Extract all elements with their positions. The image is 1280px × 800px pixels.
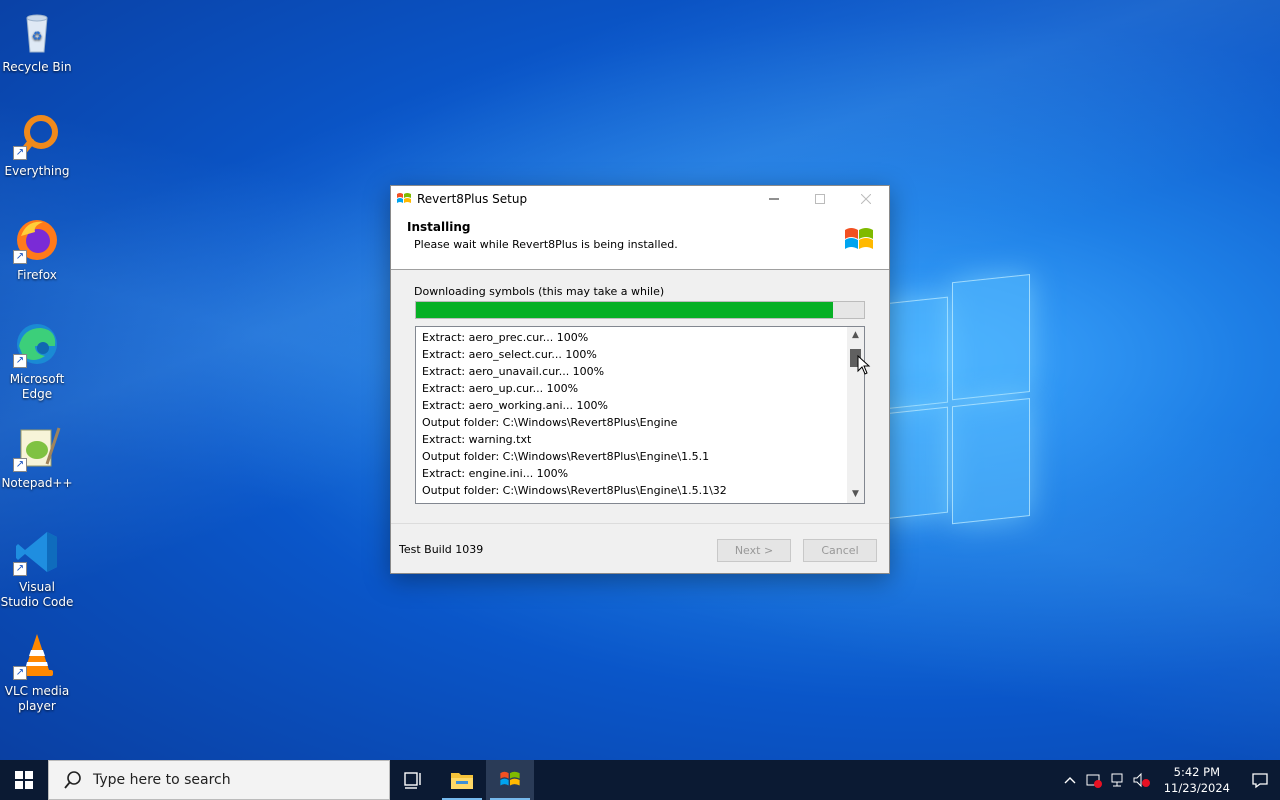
log-line: Extract: aero_working.ani... 100% <box>422 399 608 412</box>
desktop-icon-firefox[interactable]: ↗ Firefox <box>0 216 74 283</box>
setup-header: Installing Please wait while Revert8Plus… <box>391 212 889 270</box>
log-lines: Extract: aero_prec.cur... 100% Extract: a… <box>422 329 846 499</box>
scroll-up-icon[interactable]: ▲ <box>847 327 864 344</box>
window-title: Revert8Plus Setup <box>417 192 528 206</box>
taskbar-file-explorer[interactable] <box>438 760 486 800</box>
taskbar-setup-app[interactable] <box>486 760 534 800</box>
log-line: Extract: aero_prec.cur... 100% <box>422 331 589 344</box>
shortcut-arrow-icon: ↗ <box>13 666 27 680</box>
cancel-button[interactable]: Cancel <box>803 539 877 562</box>
shortcut-arrow-icon: ↗ <box>13 146 27 160</box>
network-icon[interactable] <box>1106 760 1130 800</box>
notification-icon[interactable] <box>1240 760 1280 800</box>
windows-flag-icon <box>843 224 875 256</box>
build-label: Test Build 1039 <box>399 543 484 556</box>
desktop-icon-label: Notepad++ <box>1 476 73 490</box>
desktop-icon-label: Everything <box>4 164 70 178</box>
mouse-cursor-icon <box>857 354 871 375</box>
clock-date: 11/23/2024 <box>1163 781 1230 795</box>
log-line: Extract: aero_select.cur... 100% <box>422 348 597 361</box>
log-line: Output folder: C:\Windows\Revert8Plus\En… <box>422 416 678 429</box>
close-button[interactable] <box>843 186 889 212</box>
setup-window: Revert8Plus Setup Installing Please wait… <box>390 185 890 574</box>
desktop-icon-label: Firefox <box>17 268 57 282</box>
windows-start-icon <box>15 771 33 789</box>
task-view-button[interactable] <box>390 760 438 800</box>
windows-flag-icon <box>396 191 412 207</box>
everything-search-icon: ↗ <box>13 112 61 160</box>
volume-muted-icon[interactable] <box>1130 760 1154 800</box>
start-button[interactable] <box>0 760 48 800</box>
log-scrollbar[interactable]: ▲ ▼ <box>847 327 864 503</box>
log-line: Extract: engine.ini... 100% <box>422 467 569 480</box>
search-placeholder: Type here to search <box>93 772 231 788</box>
vscode-icon: ↗ <box>13 528 61 576</box>
task-view-icon <box>404 772 421 789</box>
desktop-icon-label: Visual Studio Code <box>0 580 74 609</box>
firefox-icon: ↗ <box>13 216 61 264</box>
edge-icon: ↗ <box>13 320 61 368</box>
desktop-icon-recycle-bin[interactable]: ♻ Recycle Bin <box>0 8 74 75</box>
install-log[interactable]: Extract: aero_prec.cur... 100% Extract: a… <box>415 326 865 504</box>
recycle-bin-icon: ♻ <box>13 8 61 56</box>
status-text: Downloading symbols (this may take a whi… <box>414 285 665 298</box>
shortcut-arrow-icon: ↗ <box>13 458 27 472</box>
shortcut-arrow-icon: ↗ <box>13 562 27 576</box>
windows-flag-icon <box>500 771 520 786</box>
shortcut-arrow-icon: ↗ <box>13 354 27 368</box>
notepadpp-icon: ↗ <box>13 424 61 472</box>
security-warning-icon[interactable] <box>1082 760 1106 800</box>
window-titlebar[interactable]: Revert8Plus Setup <box>391 186 889 212</box>
taskbar-clock[interactable]: 5:42 PM 11/23/2024 <box>1154 764 1240 796</box>
log-line: Output folder: C:\Windows\Revert8Plus\En… <box>422 450 710 463</box>
svg-text:♻: ♻ <box>32 29 43 43</box>
search-icon <box>63 770 83 790</box>
desktop-icon-edge[interactable]: ↗ Microsoft Edge <box>0 320 74 402</box>
minimize-button[interactable] <box>751 186 797 212</box>
desktop-icon-vscode[interactable]: ↗ Visual Studio Code <box>0 528 74 610</box>
taskbar: Type here to search 5:42 PM 11/23/2024 <box>0 760 1280 800</box>
desktop-icon-notepadpp[interactable]: ↗ Notepad++ <box>0 424 74 491</box>
shortcut-arrow-icon: ↗ <box>13 250 27 264</box>
desktop-icon-label: Microsoft Edge <box>9 372 65 401</box>
vlc-icon: ↗ <box>13 632 61 680</box>
desktop-icon-label: VLC media player <box>4 684 70 713</box>
clock-time: 5:42 PM <box>1173 765 1221 779</box>
chevron-up-icon[interactable] <box>1058 760 1082 800</box>
footer-divider <box>391 523 889 524</box>
log-line: Extract: aero_unavail.cur... 100% <box>422 365 605 378</box>
desktop-icon-vlc[interactable]: ↗ VLC media player <box>0 632 74 714</box>
log-line: Output folder: C:\Windows\Revert8Plus\En… <box>422 484 727 497</box>
system-tray: 5:42 PM 11/23/2024 <box>1058 760 1280 800</box>
header-subtitle: Please wait while Revert8Plus is being i… <box>414 238 678 251</box>
desktop-icon-everything[interactable]: ↗ Everything <box>0 112 74 179</box>
log-line: Extract: warning.txt <box>422 433 532 446</box>
maximize-button[interactable] <box>797 186 843 212</box>
folder-icon <box>451 773 473 789</box>
log-line: Extract: aero_up.cur... 100% <box>422 382 579 395</box>
header-title: Installing <box>407 220 471 234</box>
next-button[interactable]: Next > <box>717 539 791 562</box>
desktop-icon-label: Recycle Bin <box>2 60 72 74</box>
progress-bar <box>415 301 865 319</box>
scroll-down-icon[interactable]: ▼ <box>847 486 864 503</box>
progress-fill <box>416 302 833 318</box>
taskbar-search-box[interactable]: Type here to search <box>48 760 390 800</box>
wallpaper-windows-logo <box>880 274 1030 528</box>
